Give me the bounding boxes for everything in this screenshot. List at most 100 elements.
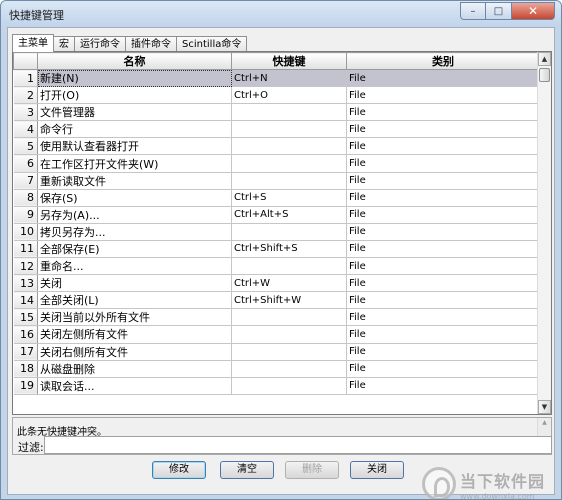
shortcut-category[interactable]: File [346, 86, 540, 105]
row-number[interactable]: 16 [13, 325, 38, 344]
shortcut-name[interactable]: 关闭 [37, 274, 232, 293]
shortcut-name[interactable]: 全部关闭(L) [37, 291, 232, 310]
shortcut-category[interactable]: File [346, 189, 540, 207]
shortcut-name[interactable]: 拷贝另存为... [37, 223, 232, 241]
shortcut-category[interactable]: File [346, 377, 540, 395]
shortcut-name[interactable]: 全部保存(E) [37, 240, 232, 259]
row-number[interactable]: 4 [13, 120, 38, 139]
shortcut-keys[interactable] [231, 325, 347, 344]
table-row[interactable]: 15 关闭当前以外所有文件 File [13, 308, 540, 327]
shortcut-name[interactable]: 关闭右侧所有文件 [37, 343, 232, 361]
row-number[interactable]: 18 [13, 360, 38, 378]
shortcut-category[interactable]: File [346, 137, 540, 156]
clear-button[interactable]: 清空 [220, 461, 274, 479]
tab-main-menu[interactable]: 主菜单 [12, 34, 54, 52]
shortcut-name[interactable]: 命令行 [37, 120, 232, 139]
table-row[interactable]: 10 拷贝另存为... File [13, 223, 540, 241]
table-row[interactable]: 12 重命名... File [13, 257, 540, 276]
row-number[interactable]: 6 [13, 154, 38, 173]
table-row[interactable]: 16 关闭左侧所有文件 File [13, 325, 540, 344]
row-number[interactable]: 15 [13, 308, 38, 327]
close-window-button[interactable]: ✕ [512, 2, 555, 20]
row-number[interactable]: 11 [13, 240, 38, 259]
shortcut-keys[interactable]: Ctrl+Shift+W [231, 291, 347, 310]
shortcut-name[interactable]: 读取会话... [37, 377, 232, 395]
delete-button[interactable]: 删除 [285, 461, 339, 479]
row-number[interactable]: 1 [13, 69, 38, 88]
shortcut-category[interactable]: File [346, 291, 540, 310]
row-number[interactable]: 17 [13, 343, 38, 361]
row-number[interactable]: 19 [13, 377, 38, 395]
shortcut-category[interactable]: File [346, 154, 540, 173]
table-row[interactable]: 5 使用默认查看器打开 File [13, 137, 540, 156]
shortcut-category[interactable]: File [346, 120, 540, 139]
tab-macro[interactable]: 宏 [53, 36, 75, 52]
tab-scintilla-commands[interactable]: Scintilla命令 [176, 36, 248, 52]
shortcut-keys[interactable] [231, 257, 347, 276]
shortcut-keys[interactable] [231, 172, 347, 190]
table-row[interactable]: 8 保存(S) Ctrl+S File [13, 189, 540, 207]
shortcut-keys[interactable]: Ctrl+O [231, 86, 347, 105]
shortcut-keys[interactable] [231, 377, 347, 395]
maximize-button[interactable]: □ [486, 2, 512, 20]
column-header-shortcut[interactable]: 快捷键 [231, 52, 347, 70]
shortcut-category[interactable]: File [346, 69, 540, 88]
table-row[interactable]: 9 另存为(A)... Ctrl+Alt+S File [13, 206, 540, 224]
shortcut-category[interactable]: File [346, 308, 540, 327]
scroll-thumb[interactable] [539, 68, 550, 82]
row-number[interactable]: 9 [13, 206, 38, 224]
shortcut-keys[interactable]: Ctrl+N [231, 69, 347, 88]
shortcut-name[interactable]: 重命名... [37, 257, 232, 276]
scroll-down-arrow-icon[interactable]: ▼ [538, 400, 551, 414]
table-row[interactable]: 19 读取会话... File [13, 377, 540, 395]
table-row[interactable]: 4 命令行 File [13, 120, 540, 139]
shortcut-category[interactable]: File [346, 360, 540, 378]
shortcut-name[interactable]: 关闭左侧所有文件 [37, 325, 232, 344]
grid-vertical-scrollbar[interactable]: ▲ ▼ [537, 52, 551, 414]
row-number[interactable]: 13 [13, 274, 38, 293]
shortcut-category[interactable]: File [346, 257, 540, 276]
column-header-category[interactable]: 类别 [346, 52, 540, 70]
row-number[interactable]: 7 [13, 172, 38, 190]
shortcut-name[interactable]: 从磁盘删除 [37, 360, 232, 378]
table-row[interactable]: 14 全部关闭(L) Ctrl+Shift+W File [13, 291, 540, 310]
shortcut-keys[interactable]: Ctrl+Shift+S [231, 240, 347, 259]
shortcut-name[interactable]: 使用默认查看器打开 [37, 137, 232, 156]
column-header-name[interactable]: 名称 [37, 52, 232, 70]
close-button[interactable]: 关闭 [350, 461, 404, 479]
shortcut-keys[interactable]: Ctrl+S [231, 189, 347, 207]
shortcut-keys[interactable]: Ctrl+W [231, 274, 347, 293]
table-row[interactable]: 7 重新读取文件 File [13, 172, 540, 190]
table-row[interactable]: 13 关闭 Ctrl+W File [13, 274, 540, 293]
shortcut-keys[interactable] [231, 120, 347, 139]
shortcut-category[interactable]: File [346, 103, 540, 122]
row-number[interactable]: 5 [13, 137, 38, 156]
shortcut-category[interactable]: File [346, 240, 540, 259]
shortcut-category[interactable]: File [346, 223, 540, 241]
shortcut-keys[interactable] [231, 103, 347, 122]
modify-button[interactable]: 修改 [152, 461, 206, 479]
shortcut-keys[interactable] [231, 360, 347, 378]
shortcut-name[interactable]: 文件管理器 [37, 103, 232, 122]
tab-plugin-commands[interactable]: 插件命令 [125, 36, 177, 52]
shortcut-name[interactable]: 在工作区打开文件夹(W) [37, 154, 232, 173]
filter-input[interactable] [44, 436, 552, 454]
shortcut-name[interactable]: 另存为(A)... [37, 206, 232, 224]
shortcut-keys[interactable] [231, 223, 347, 241]
table-row[interactable]: 6 在工作区打开文件夹(W) File [13, 154, 540, 173]
scroll-up-arrow-icon[interactable]: ▲ [538, 52, 551, 66]
row-number[interactable]: 2 [13, 86, 38, 105]
shortcut-category[interactable]: File [346, 343, 540, 361]
table-row[interactable]: 3 文件管理器 File [13, 103, 540, 122]
shortcut-name[interactable]: 打开(O) [37, 86, 232, 105]
shortcut-category[interactable]: File [346, 325, 540, 344]
shortcut-category[interactable]: File [346, 172, 540, 190]
table-row[interactable]: 11 全部保存(E) Ctrl+Shift+S File [13, 240, 540, 259]
shortcut-keys[interactable] [231, 343, 347, 361]
shortcut-category[interactable]: File [346, 274, 540, 293]
shortcut-keys[interactable] [231, 137, 347, 156]
shortcut-category[interactable]: File [346, 206, 540, 224]
table-row[interactable]: 2 打开(O) Ctrl+O File [13, 86, 540, 105]
table-row[interactable]: 17 关闭右侧所有文件 File [13, 343, 540, 361]
shortcut-keys[interactable] [231, 154, 347, 173]
